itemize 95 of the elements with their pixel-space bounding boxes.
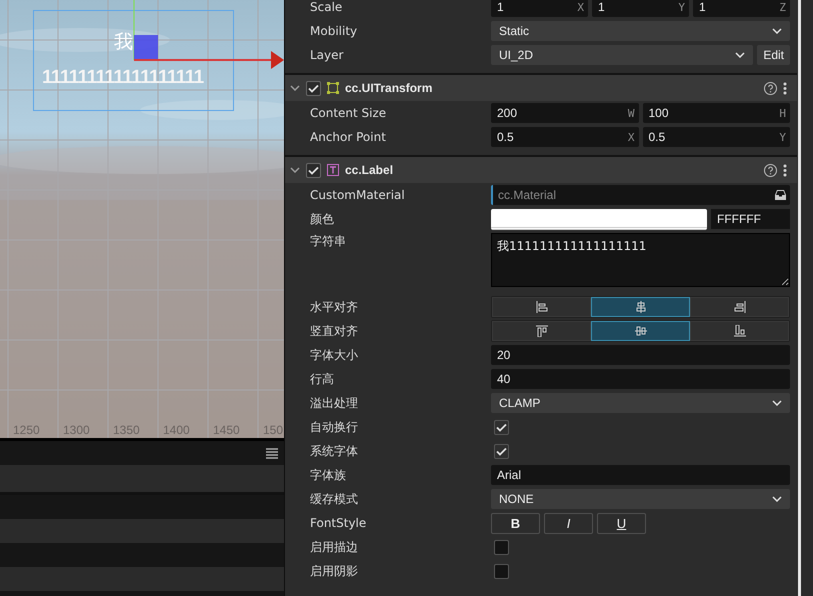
chevron-down-icon[interactable] [290,85,300,91]
axis-label: Y [779,130,786,144]
more-icon[interactable] [783,82,787,94]
hex-field[interactable]: FFFFFF [711,209,790,229]
checkbox[interactable] [494,420,509,434]
property-label: Scale [310,0,344,14]
number-field[interactable]: 1 Z [693,0,790,17]
checkbox[interactable] [306,80,321,96]
property-label: 启用阴影 [310,562,359,580]
axis-label: X [628,130,634,144]
ruler-label: 1400 [163,423,190,437]
checkbox[interactable] [494,444,509,458]
align-bottom-icon [734,325,746,337]
property-label: Layer [310,48,344,62]
property-label: 字体大小 [310,346,359,364]
align-option[interactable] [492,297,591,317]
axis-label: Z [779,0,786,14]
edit-button[interactable]: Edit [757,45,790,65]
text-icon [327,164,339,176]
text-area[interactable]: 我111111111111111111 [491,233,790,287]
align-middle-icon [634,325,646,337]
align-option[interactable] [492,321,591,341]
align-option[interactable] [690,297,789,317]
segmented-control[interactable] [491,296,790,318]
property-label: FontStyle [310,516,368,530]
checkbox[interactable] [306,162,321,178]
number-field[interactable]: 1 Y [592,0,689,17]
align-top-icon [536,325,548,337]
property-label: Anchor Point [310,130,387,144]
input-field[interactable]: 40 [491,369,790,389]
ruler-label: 1300 [63,423,90,437]
property-label: 颜色 [310,210,335,228]
axis-label: H [779,106,786,120]
component-title: cc.UITransform [345,81,434,95]
property-label: 溢出处理 [310,394,359,412]
dropdown[interactable]: CLAMP [491,393,790,413]
property-label: 行高 [310,370,335,388]
number-field[interactable]: 0.5 X [491,127,638,147]
axis-label: X [577,0,584,14]
tray-icon [775,190,786,200]
menu-icon[interactable] [266,448,278,458]
number-field[interactable]: 0.5 Y [642,127,790,147]
property-label: 字符串 [310,233,347,250]
ruler-label: 1450 [213,423,240,437]
ruler-label: 1250 [13,423,40,437]
italic-button[interactable]: I [544,512,593,534]
help-icon[interactable] [764,82,777,94]
chevron-down-icon [772,28,782,34]
align-center-icon [634,301,646,313]
ruler-label: 1350 [113,423,140,437]
property-label: 自动换行 [310,418,359,436]
axis-label: Y [678,0,685,14]
align-option[interactable] [591,321,690,341]
ruler-label: 150 [263,423,284,437]
chevron-down-icon [735,52,746,58]
align-left-icon [536,301,548,313]
property-label: 启用描边 [310,538,359,556]
align-right-icon [734,301,746,313]
number-field[interactable]: 200 W [491,103,638,123]
color-swatch[interactable] [491,208,707,230]
property-label: Mobility [310,24,358,38]
axis-label: W [628,106,634,120]
segmented-control[interactable] [491,320,790,342]
component-title: cc.Label [345,163,394,177]
property-label: 竖直对齐 [310,322,359,340]
label-text: 111111111111111111 [42,67,204,89]
transform-icon [327,82,339,94]
property-label: Content Size [310,106,388,120]
chevron-down-icon [772,400,782,406]
property-label: 水平对齐 [310,298,359,316]
input-field[interactable]: 20 [491,345,790,365]
checkbox[interactable] [494,540,509,554]
scrollbar[interactable] [797,0,813,596]
chevron-down-icon [772,496,782,502]
bold-button[interactable]: B [491,512,540,534]
dropdown[interactable]: UI_2D [491,45,754,65]
number-field[interactable]: 1 X [491,0,588,17]
underline-button[interactable]: U [597,512,646,534]
dropdown[interactable]: Static [491,21,790,41]
property-label: CustomMaterial [310,188,406,202]
label-text: 我 [114,30,133,55]
align-option[interactable] [591,297,690,317]
property-label: 系统字体 [310,442,359,460]
more-icon[interactable] [783,164,787,176]
move-gizmo-drawing[interactable] [133,0,284,70]
checkbox[interactable] [494,564,509,578]
align-option[interactable] [690,321,789,341]
property-label: 字体族 [310,466,347,484]
help-icon[interactable] [764,164,777,176]
dropdown[interactable]: NONE [491,489,790,509]
number-field[interactable]: 100 H [642,103,790,123]
property-label: 缓存模式 [310,490,359,508]
input-field[interactable]: Arial [491,465,790,485]
asset-field[interactable]: cc.Material [491,185,790,205]
chevron-down-icon[interactable] [290,167,300,173]
